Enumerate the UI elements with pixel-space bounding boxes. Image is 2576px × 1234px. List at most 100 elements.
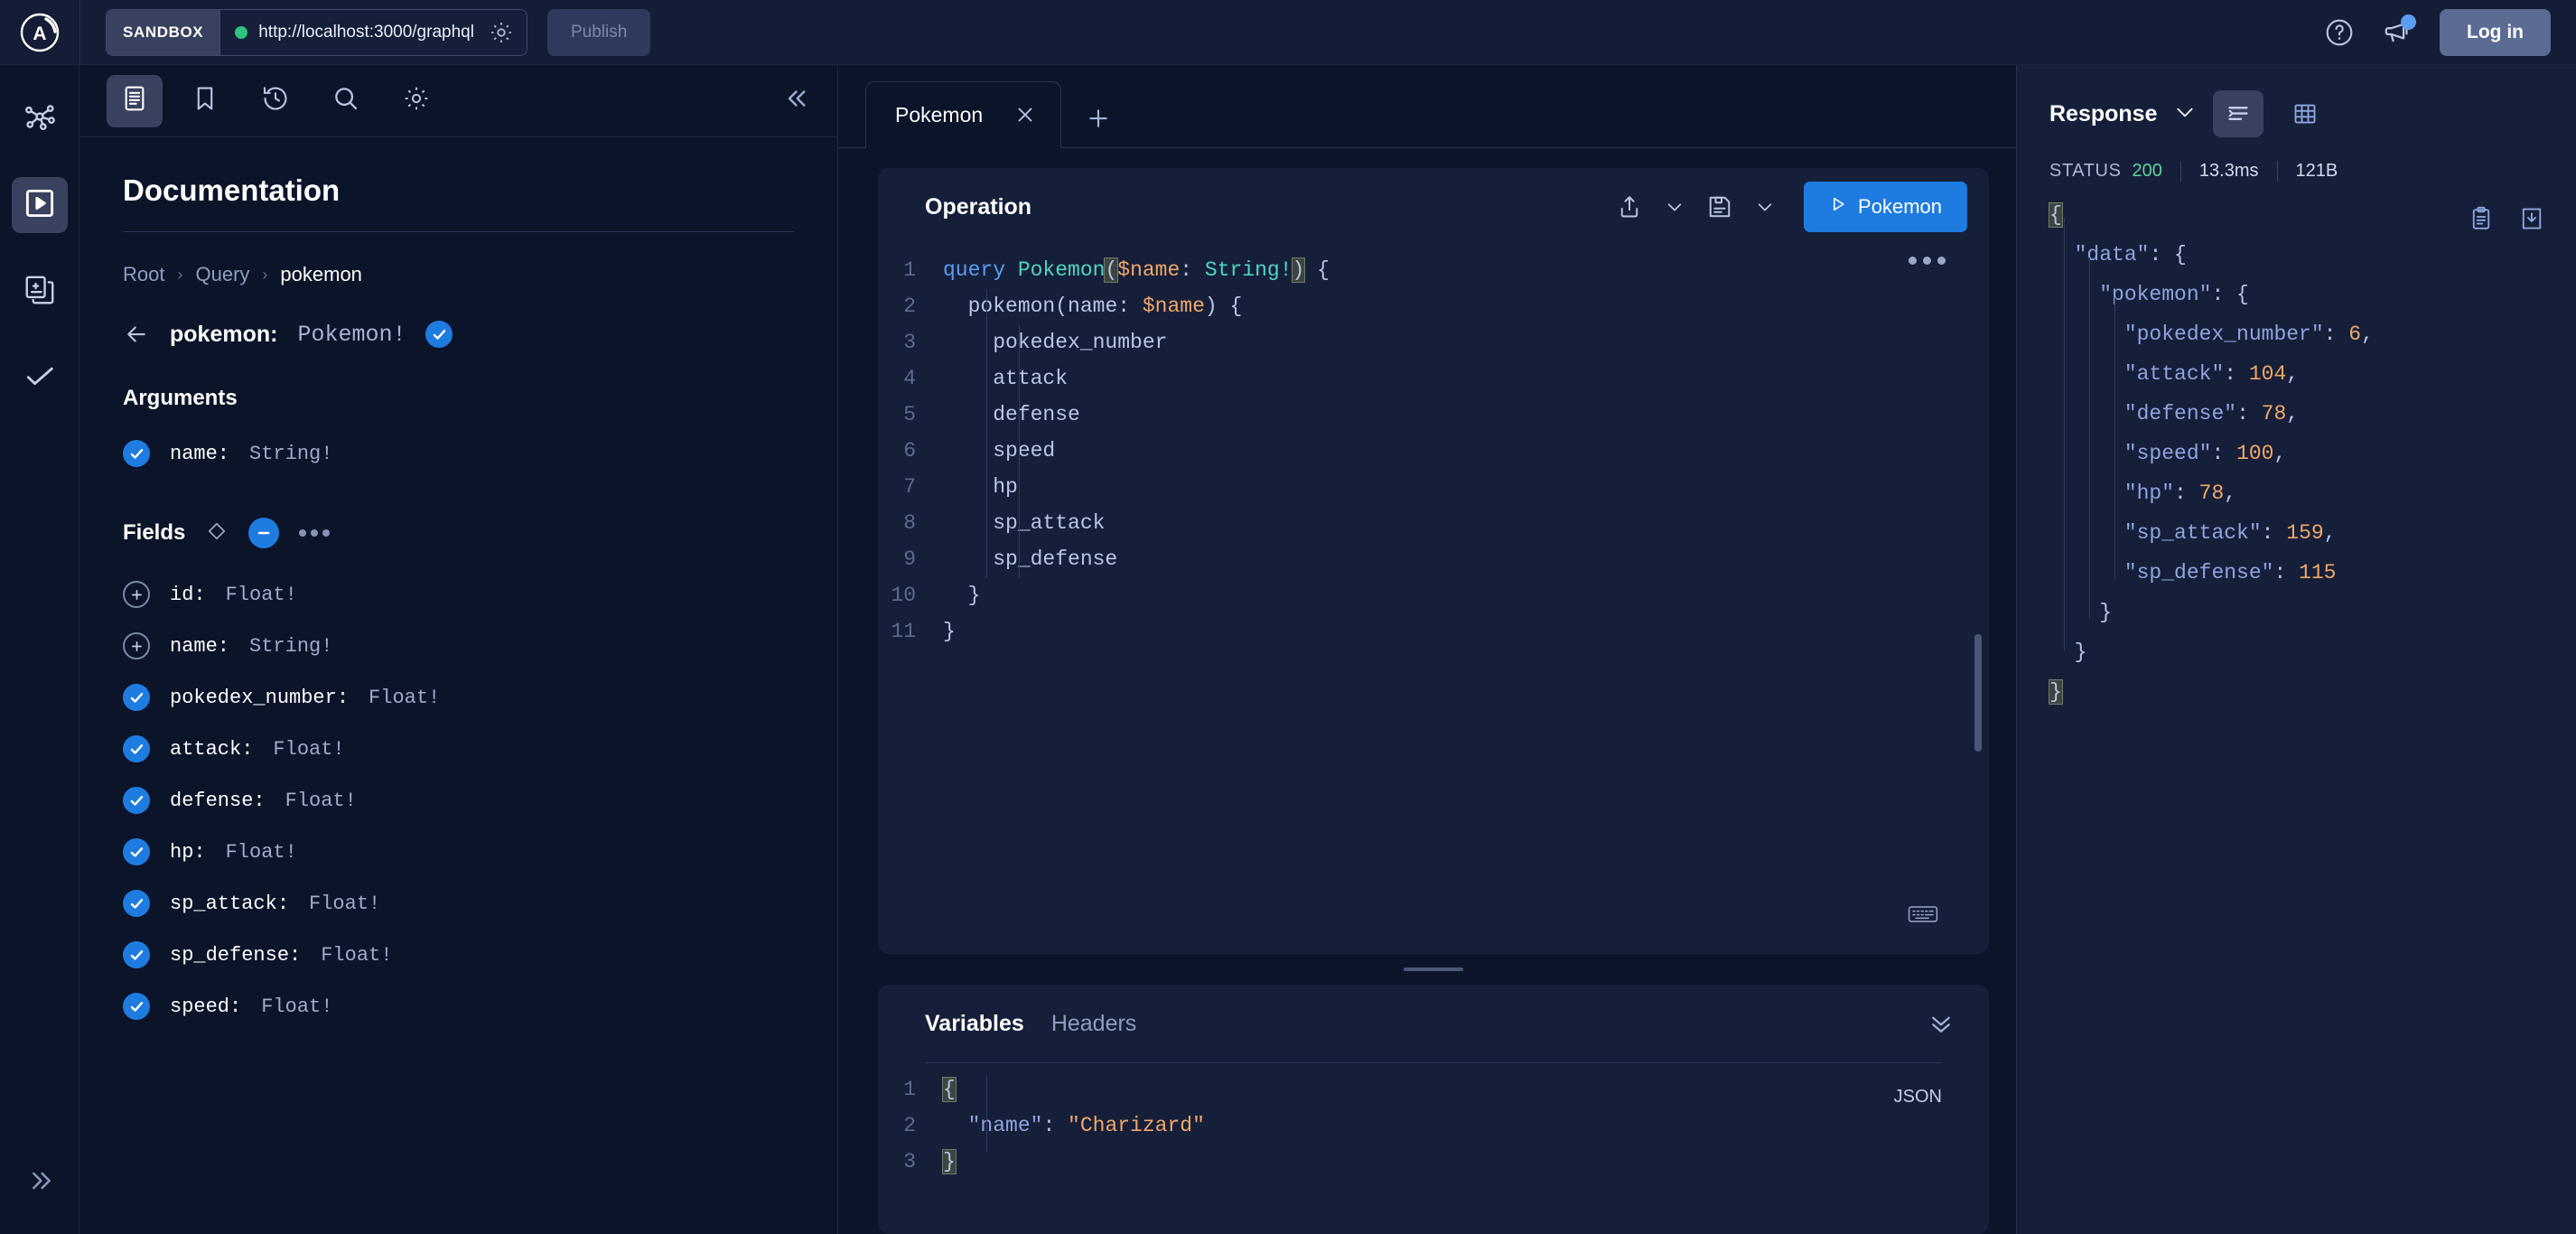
editor-more-dots-icon[interactable] bbox=[1909, 257, 1946, 265]
tab-variables[interactable]: Variables bbox=[925, 1011, 1024, 1037]
code-line: "sp_defense": 115 bbox=[2017, 561, 2576, 601]
field-checkbox[interactable] bbox=[123, 735, 150, 762]
breadcrumb-item-query[interactable]: Query bbox=[195, 263, 249, 286]
share-dropdown-icon[interactable] bbox=[1652, 190, 1697, 224]
field-type: Float! bbox=[285, 789, 357, 812]
breadcrumb-separator: › bbox=[262, 265, 268, 284]
field-type: String! bbox=[249, 634, 333, 658]
download-icon[interactable] bbox=[2518, 205, 2545, 237]
field-add-icon[interactable] bbox=[123, 632, 150, 659]
keyboard-icon[interactable] bbox=[1908, 902, 1938, 930]
tab-headers[interactable]: Headers bbox=[1051, 1011, 1137, 1037]
variables-editor[interactable]: JSON 1{2 "name": "Charizard" 3} bbox=[878, 1063, 1989, 1234]
field-row-speed[interactable]: speed: Float! bbox=[123, 993, 794, 1020]
code-text: } bbox=[2049, 601, 2113, 624]
more-dots-icon[interactable] bbox=[299, 529, 331, 537]
rail-expand-button[interactable] bbox=[12, 1155, 68, 1211]
endpoint-input[interactable]: http://localhost:3000/graphql bbox=[219, 9, 527, 55]
field-row-hp[interactable]: hp: Float! bbox=[123, 838, 794, 865]
field-add-icon[interactable] bbox=[123, 581, 150, 608]
field-row-id[interactable]: id: Float! bbox=[123, 581, 794, 608]
field-checkbox[interactable] bbox=[123, 684, 150, 711]
field-row-attack[interactable]: attack: Float! bbox=[123, 735, 794, 762]
code-text: } bbox=[2049, 640, 2087, 664]
field-checkbox[interactable] bbox=[123, 838, 150, 865]
sidebar-item-schema[interactable] bbox=[12, 90, 68, 146]
field-row-name[interactable]: name: String! bbox=[123, 632, 794, 659]
save-disk-icon[interactable] bbox=[1697, 186, 1742, 228]
field-name: name: bbox=[170, 634, 230, 658]
tab-documentation[interactable] bbox=[107, 74, 163, 127]
apollo-logo-icon[interactable]: A bbox=[0, 12, 79, 53]
sidebar-item-operations[interactable] bbox=[12, 264, 68, 320]
panel-splitter[interactable] bbox=[878, 954, 1989, 985]
minus-circle-icon[interactable] bbox=[248, 518, 280, 548]
gear-icon[interactable] bbox=[489, 20, 514, 45]
tab-settings[interactable] bbox=[388, 75, 444, 127]
code-line: } bbox=[2017, 679, 2576, 720]
editor-scrollbar[interactable] bbox=[1974, 634, 1982, 752]
megaphone-icon[interactable] bbox=[2382, 14, 2417, 48]
code-line: 11} bbox=[878, 620, 1989, 656]
clipboard-copy-icon[interactable] bbox=[2468, 205, 2495, 237]
settings-gear-icon bbox=[402, 84, 431, 117]
field-row-pokedex-number[interactable]: pokedex_number: Float! bbox=[123, 684, 794, 711]
diamond-icon[interactable] bbox=[205, 519, 229, 547]
code-line: 2 pokemon(name: $name) { bbox=[878, 294, 1989, 331]
code-line: 5 defense bbox=[878, 403, 1989, 439]
login-button[interactable]: Log in bbox=[2440, 8, 2551, 56]
line-number: 1 bbox=[903, 258, 916, 282]
argument-checkbox[interactable] bbox=[123, 440, 150, 467]
field-type: Float! bbox=[225, 583, 297, 606]
field-checkbox[interactable] bbox=[123, 890, 150, 917]
sidebar-item-checks[interactable] bbox=[12, 351, 68, 407]
title-divider bbox=[123, 231, 794, 232]
code-text: "data": { bbox=[2074, 243, 2187, 266]
code-text: "pokemon": { bbox=[2099, 283, 2249, 306]
breadcrumb-item-pokemon[interactable]: pokemon bbox=[280, 263, 362, 286]
chevron-down-icon[interactable] bbox=[2173, 100, 2197, 128]
bookmark-icon bbox=[191, 84, 219, 117]
save-dropdown-icon[interactable] bbox=[1742, 190, 1787, 224]
field-header-checkbox[interactable] bbox=[425, 321, 453, 348]
json-view-icon[interactable] bbox=[2213, 90, 2264, 137]
app-body: Documentation Root › Query › pokemon pok… bbox=[0, 65, 2576, 1234]
response-meta: STATUS 200 13.3ms 121B bbox=[2049, 161, 2551, 182]
code-text: } bbox=[943, 584, 981, 607]
field-row-sp-defense[interactable]: sp_defense: Float! bbox=[123, 941, 794, 968]
help-circle-icon[interactable] bbox=[2324, 17, 2355, 48]
field-row-defense[interactable]: defense: Float! bbox=[123, 787, 794, 814]
code-text: "hp": 78, bbox=[2123, 481, 2237, 505]
field-name: speed: bbox=[170, 995, 242, 1018]
field-checkbox[interactable] bbox=[123, 787, 150, 814]
run-operation-button[interactable]: Pokemon bbox=[1804, 182, 1967, 232]
checkmark-icon bbox=[23, 360, 57, 398]
back-arrow-icon[interactable] bbox=[123, 321, 150, 348]
plus-icon[interactable] bbox=[1085, 105, 1112, 132]
sidebar-item-explorer[interactable] bbox=[11, 177, 68, 233]
breadcrumb-item-root[interactable]: Root bbox=[123, 263, 164, 286]
field-type: Float! bbox=[369, 686, 441, 709]
collapse-panel-button[interactable] bbox=[776, 76, 821, 126]
field-row-sp-attack[interactable]: sp_attack: Float! bbox=[123, 890, 794, 917]
field-checkbox[interactable] bbox=[123, 993, 150, 1020]
connection-status-dot bbox=[235, 25, 248, 39]
operation-tab-strip: Pokemon bbox=[838, 65, 2016, 148]
operation-editor[interactable]: 1 query Pokemon($name: String!) {2 pokemo… bbox=[878, 246, 1989, 954]
tab-saved[interactable] bbox=[177, 75, 233, 127]
publish-button[interactable]: Publish bbox=[546, 8, 651, 56]
share-upload-icon[interactable] bbox=[1607, 186, 1652, 228]
line-number: 2 bbox=[903, 294, 916, 318]
tab-pokemon[interactable]: Pokemon bbox=[865, 81, 1062, 148]
tab-search[interactable] bbox=[318, 75, 374, 127]
indent-guide bbox=[1019, 325, 1020, 578]
tab-history[interactable] bbox=[247, 75, 303, 127]
operation-card: Operation Pokemon 1 query Pokemon($name:… bbox=[878, 168, 1989, 954]
table-view-icon[interactable] bbox=[2280, 90, 2330, 137]
field-checkbox[interactable] bbox=[123, 941, 150, 968]
response-panel: Response STATUS 200 13.3ms 121B {"data"… bbox=[2016, 65, 2576, 1234]
chevron-double-down-icon[interactable] bbox=[1920, 1003, 1962, 1044]
code-line: 3 pokedex_number bbox=[878, 331, 1989, 367]
close-icon[interactable] bbox=[1013, 103, 1037, 126]
argument-row[interactable]: name: String! bbox=[123, 440, 794, 467]
